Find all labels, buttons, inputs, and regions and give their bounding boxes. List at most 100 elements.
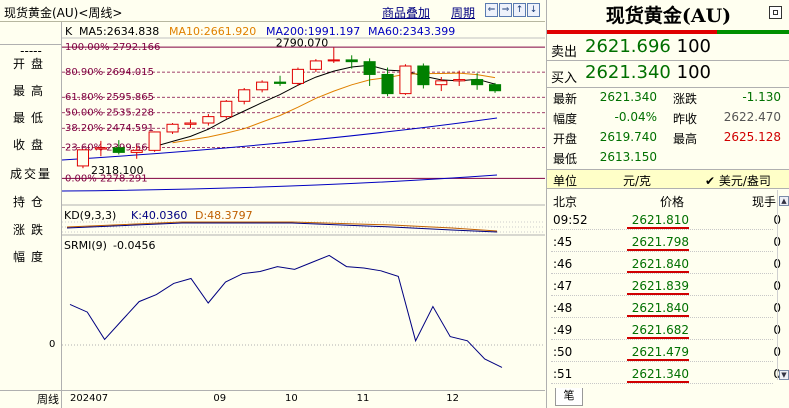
candle-body[interactable] bbox=[130, 149, 143, 153]
high-price-label: 2790.070 bbox=[276, 37, 329, 50]
buy-strength-bar bbox=[717, 30, 789, 34]
candle-body[interactable] bbox=[166, 123, 179, 133]
tick-time: 09:52 bbox=[553, 213, 588, 227]
ticks-header: 北京 价格 现手 bbox=[547, 190, 777, 210]
candle-body[interactable] bbox=[112, 147, 125, 153]
tick-time: :48 bbox=[553, 301, 573, 315]
date-tick: 09 bbox=[213, 393, 227, 404]
candle-body[interactable] bbox=[327, 59, 340, 62]
candle-body[interactable] bbox=[94, 147, 107, 150]
date-tick: 12 bbox=[446, 393, 459, 404]
candle-body[interactable] bbox=[148, 131, 161, 151]
candle-body[interactable] bbox=[417, 65, 430, 86]
srmi-zero-tick: 0 bbox=[49, 339, 56, 350]
fib-label: 61.80% 2595.865 bbox=[65, 92, 154, 103]
quote-panel: 现货黄金(AU) 卖出 2621.696 100 买入 2621.340 100… bbox=[546, 0, 789, 408]
tick-price: 2621.839 bbox=[631, 279, 689, 293]
fib-label: 100.00% 2792.166 bbox=[65, 42, 160, 53]
tick-separator bbox=[551, 251, 773, 252]
label-volume: 成交量 bbox=[9, 167, 52, 181]
candle-body[interactable] bbox=[202, 116, 215, 124]
stat-label: 最高 bbox=[673, 132, 698, 146]
tick-price: 2621.810 bbox=[631, 213, 689, 227]
tick-price: 2621.840 bbox=[631, 257, 689, 271]
tick-time: :50 bbox=[553, 345, 573, 359]
candle-body[interactable] bbox=[488, 84, 502, 92]
candle-body[interactable] bbox=[435, 80, 448, 86]
stat-value: 2613.150 bbox=[599, 150, 657, 164]
chart-title: 现货黄金(AU)<周线> bbox=[4, 6, 123, 20]
candle-body[interactable] bbox=[345, 59, 358, 63]
tick-separator bbox=[551, 295, 773, 296]
kd-d-value: D:48.3797 bbox=[195, 209, 253, 222]
nav-next-button[interactable]: ⇒ bbox=[499, 3, 512, 17]
date-tick: 11 bbox=[356, 393, 370, 404]
tick-hand: 0 bbox=[773, 345, 781, 359]
kd-label: KD(9,3,3) bbox=[64, 209, 116, 222]
candle-body[interactable] bbox=[220, 100, 233, 118]
currency-toggle[interactable]: ✔ 美元/盎司 bbox=[705, 172, 771, 189]
chart-area[interactable]: K MA5:2634.838 MA10:2661.920 MA200:1991.… bbox=[62, 22, 545, 408]
label-percent: 幅度 bbox=[12, 250, 49, 264]
stat-label: 涨跌 bbox=[673, 92, 698, 106]
square-icon bbox=[773, 10, 778, 15]
candle-body[interactable] bbox=[381, 73, 394, 95]
quote-title: 现货黄金(AU) bbox=[605, 5, 732, 27]
tick-price: 2621.682 bbox=[631, 323, 689, 337]
tick-price: 2621.479 bbox=[631, 345, 689, 359]
tick-scrollbar[interactable] bbox=[777, 190, 789, 380]
tick-hand: 0 bbox=[773, 279, 781, 293]
period-link[interactable]: 周期 bbox=[451, 4, 475, 21]
period-label-weekly: 周线 bbox=[0, 390, 62, 408]
candle-body[interactable] bbox=[291, 68, 305, 84]
tick-price: 2621.840 bbox=[631, 301, 689, 315]
fib-label: 50.00% 2535.228 bbox=[65, 108, 154, 119]
candle-body[interactable] bbox=[184, 122, 197, 125]
stat-label: 幅度 bbox=[553, 112, 578, 126]
kd-k-value: K:40.0360 bbox=[131, 209, 187, 222]
left-info-column: ----- 开盘 最高 最低 收盘 成交量 持仓 涨跌 幅度 周线 bbox=[0, 22, 62, 408]
srmi-label: SRMI(9) bbox=[64, 239, 107, 252]
tick-separator bbox=[551, 383, 773, 384]
nav-prev-button[interactable]: ⇐ bbox=[485, 3, 498, 17]
main-panel-label: K bbox=[65, 25, 73, 38]
candle-body[interactable] bbox=[76, 149, 90, 167]
scroll-up-button[interactable]: ▲ bbox=[779, 196, 789, 206]
candle-body[interactable] bbox=[453, 79, 466, 82]
stat-label: 最低 bbox=[553, 152, 578, 166]
tick-row: :51 2621.340 0 bbox=[547, 364, 781, 384]
tick-price: 2621.340 bbox=[631, 367, 689, 381]
tick-time: :47 bbox=[553, 279, 573, 293]
ma5-legend: MA5:2634.838 bbox=[79, 25, 159, 38]
candle-body[interactable] bbox=[471, 79, 484, 86]
panel-toggle-button[interactable] bbox=[769, 6, 782, 19]
candle-body[interactable] bbox=[238, 89, 251, 102]
overlay-commodity-link[interactable]: 商品叠加 bbox=[382, 4, 430, 21]
tick-row: 09:52 2621.810 0 bbox=[547, 210, 781, 230]
ticks-header-price: 价格 bbox=[660, 195, 685, 209]
date-tick: 202407 bbox=[70, 393, 109, 404]
tick-time: :46 bbox=[553, 257, 573, 271]
buy-volume: 100 bbox=[676, 62, 711, 83]
candle-body[interactable] bbox=[273, 81, 287, 84]
unit-label: 单位 bbox=[553, 174, 578, 188]
nav-up-button[interactable]: ↑ bbox=[513, 3, 526, 17]
unit-bar: 单位 元/克 ✔ 美元/盎司 bbox=[547, 169, 789, 189]
stat-value: -1.130 bbox=[742, 90, 781, 104]
candle-body[interactable] bbox=[363, 61, 376, 75]
trades-tab[interactable]: 笔 bbox=[555, 388, 583, 406]
scroll-down-button[interactable]: ▼ bbox=[779, 370, 789, 380]
tick-row: :45 2621.798 0 bbox=[547, 232, 781, 252]
stat-value: 2619.740 bbox=[599, 130, 657, 144]
sell-label: 卖出 bbox=[551, 45, 578, 60]
buy-label: 买入 bbox=[551, 71, 578, 86]
buy-price: 2621.340 100 bbox=[585, 62, 711, 83]
ma10-legend: MA10:2661.920 bbox=[169, 25, 256, 38]
unit-value: 元/克 bbox=[623, 174, 652, 188]
candle-body[interactable] bbox=[309, 60, 322, 70]
tick-separator bbox=[551, 361, 773, 362]
candle-body[interactable] bbox=[399, 65, 412, 95]
label-high: 最高 bbox=[12, 84, 49, 98]
candle-body[interactable] bbox=[256, 81, 269, 91]
nav-down-button[interactable]: ↓ bbox=[527, 3, 540, 17]
